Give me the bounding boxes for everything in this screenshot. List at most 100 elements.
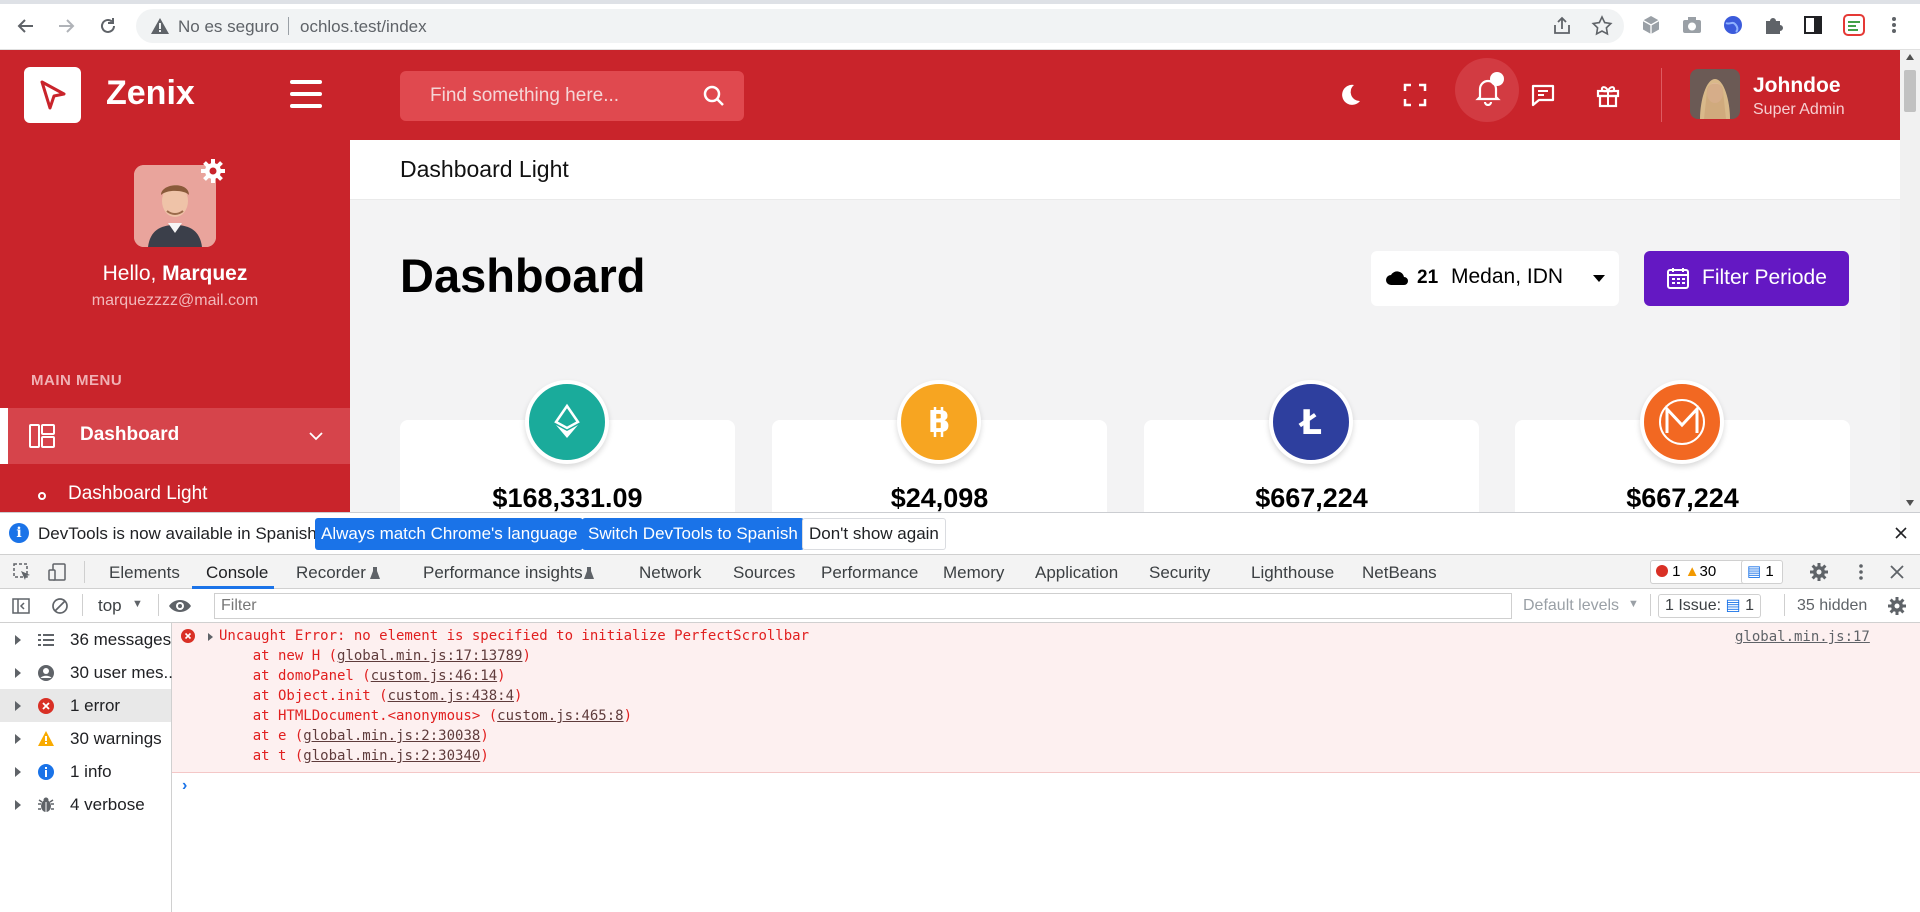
omnibox-divider [288,17,289,35]
user-name[interactable]: Johndoe [1753,74,1841,98]
expand-arrow-icon[interactable] [15,800,21,810]
console-settings-icon[interactable] [1887,596,1907,621]
scrollbar-thumb[interactable] [1904,70,1916,112]
puzzle-icon[interactable] [1762,14,1784,36]
sidebar-item-verbose[interactable]: 4 verbose [0,788,171,821]
fullscreen-icon[interactable] [1396,76,1434,114]
sidebar-item-warnings[interactable]: 30 warnings [0,722,171,755]
inspect-element-icon[interactable] [12,562,32,587]
flask-icon [370,567,380,579]
menu-toggle-icon[interactable] [290,80,322,108]
dashboard-layout-icon [28,422,56,450]
address-bar[interactable]: No es seguro ochlos.test/index [136,9,1624,43]
expand-arrow-icon[interactable] [15,668,21,678]
chrome-menu-icon[interactable] [1883,14,1905,36]
default-levels-dropdown[interactable]: Default levels [1523,597,1619,615]
search-input[interactable] [430,71,690,121]
back-icon[interactable] [12,12,40,40]
share-icon[interactable] [1551,15,1573,37]
stack-frame-link[interactable]: global.min.js:2:30340 [303,748,480,764]
always-match-language-button[interactable]: Always match Chrome's language [315,518,584,550]
profile-settings-icon[interactable] [200,158,226,184]
console-prompt[interactable]: › [182,777,187,795]
stack-frame-link[interactable]: custom.js:438:4 [388,688,514,704]
warning-icon[interactable] [150,16,170,36]
forward-icon[interactable] [52,12,80,40]
bookmark-star-icon[interactable] [1591,15,1613,37]
scroll-up-icon[interactable] [1906,54,1914,60]
gift-icon[interactable] [1589,76,1627,114]
tab-security[interactable]: Security [1149,563,1210,583]
scroll-down-icon[interactable] [1906,500,1914,506]
sidebar-toggle-icon[interactable] [11,596,31,621]
tab-netbeans[interactable]: NetBeans [1362,563,1437,583]
settings-gear-icon[interactable] [1809,562,1829,587]
sidebar-item-errors[interactable]: 1 error [0,689,171,722]
close-devtools-icon[interactable] [1888,563,1906,586]
page-scrollbar[interactable] [1900,50,1920,512]
security-label[interactable]: No es seguro [178,17,279,37]
device-toolbar-icon[interactable] [47,562,67,587]
chevron-down-icon[interactable] [308,428,324,444]
filter-period-button[interactable]: Filter Periode [1644,251,1849,306]
tab-performance-insights[interactable]: Performance insights [423,563,583,583]
close-icon[interactable] [1892,524,1910,542]
stack-frame-suffix: ) [480,728,489,744]
expand-arrow-icon[interactable] [15,734,21,744]
tab-console[interactable]: Console [206,563,268,583]
switch-to-spanish-button[interactable]: Switch DevTools to Spanish [582,518,804,550]
sidebar-subitem-dashboard-light[interactable]: Dashboard Light [68,483,207,505]
error-warning-counter[interactable]: 1 ▲30 [1650,560,1748,584]
app-logo[interactable] [24,67,81,123]
stack-frame-prefix: at HTMLDocument.<anonymous> ( [219,708,498,724]
tab-performance[interactable]: Performance [821,563,918,583]
stack-frame-suffix: ) [514,688,523,704]
user-avatar[interactable] [1690,69,1740,119]
live-expression-eye-icon[interactable] [168,597,192,620]
context-dropdown-icon[interactable]: ▼ [132,598,143,610]
issues-button[interactable]: 1 Issue: ▤ 1 [1658,594,1761,618]
weather-dropdown[interactable]: 21 Medan, IDN [1371,251,1619,306]
search-icon[interactable] [702,84,726,108]
tab-recorder[interactable]: Recorder [296,563,366,583]
expand-arrow-icon[interactable] [15,701,21,711]
sidebar-item-messages[interactable]: 36 messages [0,623,171,656]
context-selector[interactable]: top [98,596,122,616]
more-options-icon[interactable] [1851,562,1871,587]
stack-frame-link[interactable]: custom.js:46:14 [371,668,497,684]
tab-network[interactable]: Network [639,563,701,583]
levels-dropdown-icon[interactable]: ▼ [1628,598,1639,610]
notification-button[interactable] [1455,58,1519,122]
side-panel-icon[interactable] [1802,14,1824,36]
camera-icon[interactable] [1681,14,1703,36]
expand-arrow-icon[interactable] [15,635,21,645]
stack-frame-link[interactable]: global.min.js:2:30038 [303,728,480,744]
dont-show-again-button[interactable]: Don't show again [802,518,946,550]
stack-frame: at domoPanel (custom.js:46:14) [219,668,506,684]
stack-frame-link[interactable]: custom.js:465:8 [497,708,623,724]
stack-frame-link[interactable]: global.min.js:17:13789 [337,648,522,664]
extension-cube-icon[interactable] [1640,14,1662,36]
tab-lighthouse[interactable]: Lighthouse [1251,563,1334,583]
console-filter-input[interactable] [214,593,1512,619]
sidebar-item-user-messages[interactable]: 30 user mes... [0,656,178,689]
globe-extension-icon[interactable] [1722,14,1744,36]
error-source-link[interactable]: global.min.js:17 [1735,629,1870,645]
tab-elements[interactable]: Elements [109,563,180,583]
clear-console-icon[interactable] [50,596,70,621]
sidebar-item-dashboard[interactable]: Dashboard [0,408,350,464]
tab-memory[interactable]: Memory [943,563,1004,583]
sidebar-item-info[interactable]: 1 info [0,755,171,788]
reload-icon[interactable] [94,12,122,40]
info-counter[interactable]: ▤ 1 [1741,560,1783,584]
profile-avatar-icon[interactable] [1843,14,1865,36]
tab-application[interactable]: Application [1035,563,1118,583]
tab-sources[interactable]: Sources [733,563,795,583]
console-error-message[interactable]: Uncaught Error: no element is specified … [172,623,1920,773]
dark-mode-moon-icon[interactable] [1331,76,1369,114]
chat-icon[interactable] [1524,76,1562,114]
search-bar[interactable] [400,71,744,121]
expand-arrow-icon[interactable] [208,633,213,641]
url-text[interactable]: ochlos.test/index [300,17,427,37]
expand-arrow-icon[interactable] [15,767,21,777]
